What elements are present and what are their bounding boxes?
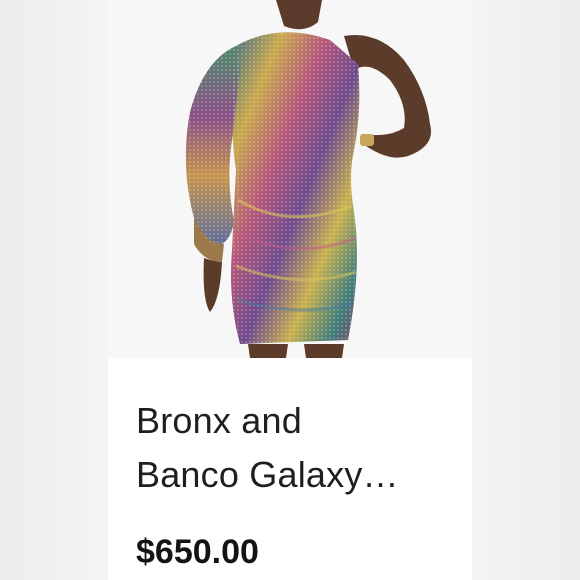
product-title-line-1: Bronx and <box>136 400 302 441</box>
product-title[interactable]: Bronx and Banco Galaxy… <box>136 394 456 502</box>
dress-illustration <box>108 0 472 358</box>
product-image[interactable] <box>108 0 472 358</box>
left-margin <box>0 0 108 580</box>
product-title-line-2: Banco Galaxy… <box>136 454 399 495</box>
product-price: $650.00 <box>136 533 259 571</box>
right-margin <box>472 0 580 580</box>
product-card[interactable]: Bronx and Banco Galaxy… $650.00 <box>108 0 472 580</box>
